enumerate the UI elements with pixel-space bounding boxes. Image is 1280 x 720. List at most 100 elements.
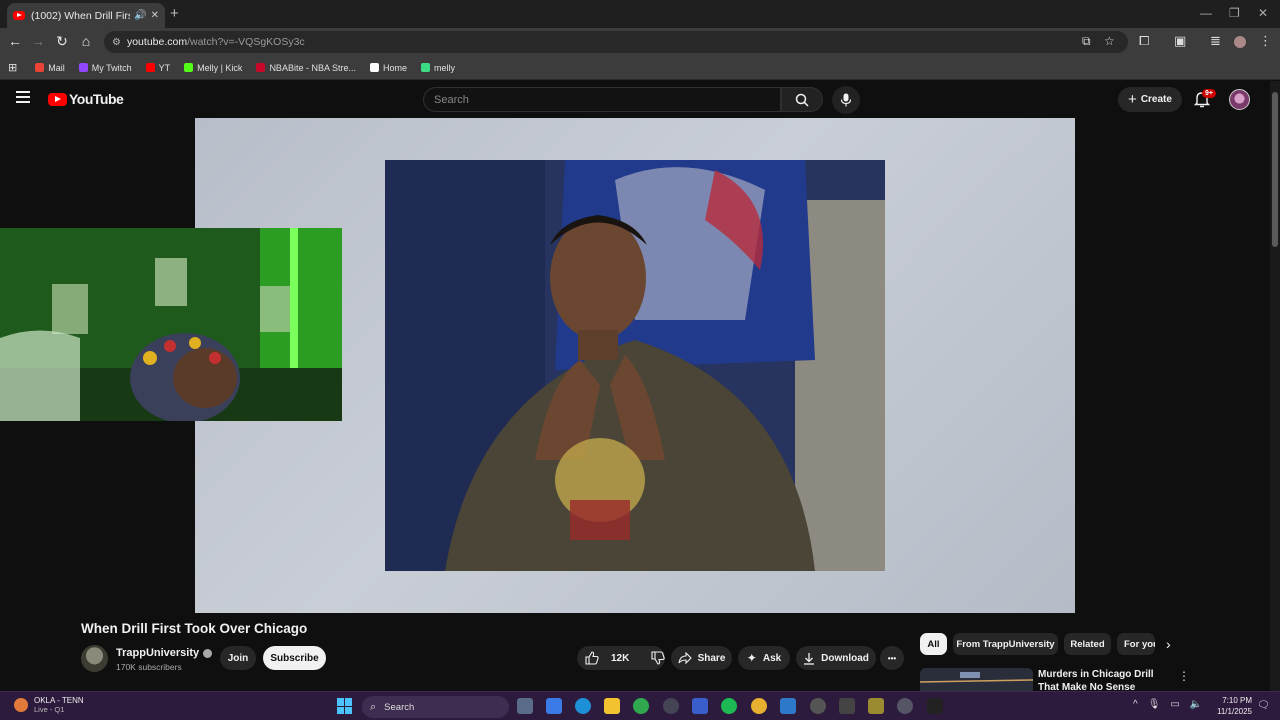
window-close-icon[interactable]: ✕ bbox=[1258, 6, 1268, 20]
tab-close-icon[interactable]: ✕ bbox=[151, 10, 159, 21]
ask-button[interactable]: ✦ Ask bbox=[738, 646, 790, 670]
video-title: When Drill First Took Over Chicago bbox=[81, 621, 308, 636]
webcam-overlay bbox=[0, 228, 342, 421]
create-button[interactable]: + Create bbox=[1118, 87, 1182, 112]
chip-from-channel[interactable]: From TrappUniversity bbox=[953, 633, 1058, 655]
minimize-icon[interactable]: — bbox=[1200, 6, 1212, 20]
tab-audio-icon[interactable]: 🔊 bbox=[134, 10, 146, 21]
plus-icon: + bbox=[1128, 91, 1137, 108]
bookmarks-bar: ⊞ Mail My Twitch YT Melly | Kick NBABite… bbox=[0, 56, 1280, 80]
recommendation-title[interactable]: Murders in Chicago Drill That Make No Se… bbox=[1038, 668, 1163, 691]
download-button[interactable]: Download bbox=[796, 646, 876, 670]
settings-gear-icon[interactable] bbox=[897, 698, 913, 714]
like-dislike-group: 12K bbox=[577, 646, 666, 670]
chip-related[interactable]: Related bbox=[1064, 633, 1111, 655]
sparkle-icon: ✦ bbox=[746, 651, 757, 665]
menu-icon[interactable] bbox=[16, 91, 30, 103]
notifications-icon[interactable]: 🗨 bbox=[1257, 700, 1270, 711]
voice-search-button[interactable] bbox=[832, 86, 860, 114]
home-icon[interactable]: ⌂ bbox=[77, 33, 95, 49]
youtube-icon bbox=[145, 63, 155, 72]
dislike-button[interactable] bbox=[651, 651, 666, 665]
media-player-icon[interactable] bbox=[810, 698, 826, 714]
share-arrow-icon bbox=[678, 652, 692, 664]
browser-tab[interactable]: (1002) When Drill First Took Over Chicag… bbox=[7, 3, 165, 28]
channel-name[interactable]: TrappUniversity bbox=[116, 647, 213, 659]
epic-games-icon[interactable] bbox=[927, 698, 943, 714]
youtube-wordmark: YouTube bbox=[69, 91, 124, 107]
bookmark-melly[interactable]: melly bbox=[420, 63, 455, 73]
join-button[interactable]: Join bbox=[220, 646, 256, 670]
url-host: youtube.com bbox=[126, 36, 188, 48]
volume-icon[interactable]: 🔈 bbox=[1190, 699, 1202, 710]
channel-avatar[interactable] bbox=[81, 645, 108, 672]
thumbs-up-icon bbox=[585, 651, 599, 665]
photos-icon[interactable] bbox=[780, 698, 796, 714]
more-actions-button[interactable]: ••• bbox=[880, 646, 904, 670]
edge-icon[interactable] bbox=[575, 698, 591, 714]
taskbar-clock[interactable]: 7:10 PM 11/1/2025 bbox=[1212, 695, 1252, 717]
chrome-icon[interactable] bbox=[751, 698, 767, 714]
more-vert-icon[interactable]: ⋮ bbox=[1178, 669, 1190, 683]
android-icon bbox=[420, 63, 430, 72]
store-icon[interactable] bbox=[692, 698, 708, 714]
bookmark-kick[interactable]: Melly | Kick bbox=[184, 63, 242, 73]
system-tray: ^ 🎙 ▭ 🔈 bbox=[1133, 699, 1202, 710]
chip-all[interactable]: All bbox=[920, 633, 947, 655]
network-icon[interactable]: ▭ bbox=[1170, 699, 1179, 710]
copilot-icon[interactable] bbox=[546, 698, 562, 714]
bookmark-yt[interactable]: YT bbox=[145, 63, 170, 73]
cast-icon[interactable]: ⧉ bbox=[1082, 34, 1091, 49]
site-info-icon[interactable]: ⚙ bbox=[112, 37, 121, 48]
new-tab-button[interactable]: + bbox=[170, 5, 179, 22]
forward-icon[interactable]: → bbox=[29, 33, 47, 49]
youtube-logo[interactable]: YouTube bbox=[48, 91, 124, 107]
youtube-play-icon bbox=[48, 92, 67, 106]
chevron-right-icon[interactable]: › bbox=[1166, 636, 1171, 652]
taskbar-search[interactable]: ⌕ Search bbox=[362, 696, 509, 718]
media-control-icon[interactable]: ▣ bbox=[1174, 33, 1186, 49]
thumbs-down-icon bbox=[651, 651, 666, 665]
bookmark-twitch[interactable]: My Twitch bbox=[78, 63, 132, 73]
football-icon bbox=[14, 698, 28, 712]
chip-for-you[interactable]: For you bbox=[1117, 633, 1155, 655]
like-button[interactable]: 12K bbox=[585, 651, 629, 665]
bookmark-star-icon[interactable]: ☆ bbox=[1104, 34, 1115, 48]
tray-chevron-up-icon[interactable]: ^ bbox=[1133, 699, 1138, 710]
extensions-icon[interactable]: ⧠ bbox=[1139, 33, 1149, 49]
steam-icon[interactable] bbox=[663, 698, 679, 714]
apps-grid-icon[interactable]: ⊞ bbox=[8, 61, 17, 74]
recommendation-thumbnail[interactable] bbox=[920, 668, 1033, 691]
account-avatar[interactable] bbox=[1229, 89, 1250, 110]
video-frame-photo bbox=[385, 160, 885, 571]
windows-start-icon[interactable] bbox=[337, 698, 353, 714]
reading-list-icon[interactable]: ≣ bbox=[1210, 33, 1221, 49]
youtube-header: YouTube Search + Create 9+ bbox=[0, 81, 1280, 118]
search-button[interactable] bbox=[781, 87, 823, 112]
subscribe-button[interactable]: Subscribe bbox=[263, 646, 326, 670]
app-icon[interactable] bbox=[868, 698, 884, 714]
address-bar[interactable]: ⚙ youtube.com /watch?v=-VQSgKOSy3c ⧉ ☆ bbox=[104, 31, 1128, 53]
task-view-icon[interactable] bbox=[517, 698, 533, 714]
reload-icon[interactable]: ↻ bbox=[53, 33, 71, 50]
scrollbar-thumb[interactable] bbox=[1272, 92, 1278, 247]
obs-icon[interactable] bbox=[839, 698, 855, 714]
download-icon bbox=[804, 652, 815, 665]
bookmark-x-home[interactable]: Home bbox=[369, 63, 407, 73]
bookmark-mail[interactable]: Mail bbox=[35, 63, 65, 73]
search-icon bbox=[795, 93, 809, 107]
xbox-icon[interactable] bbox=[633, 698, 649, 714]
file-explorer-icon[interactable] bbox=[604, 698, 620, 714]
bookmark-nbabite[interactable]: NBABite - NBA Stre... bbox=[256, 63, 356, 73]
share-button[interactable]: Share bbox=[671, 646, 732, 670]
search-input[interactable]: Search bbox=[423, 87, 781, 112]
twitch-icon bbox=[78, 63, 88, 72]
notification-badge: 9+ bbox=[1202, 89, 1216, 98]
restore-icon[interactable]: ❐ bbox=[1229, 6, 1240, 20]
spotify-icon[interactable] bbox=[721, 698, 737, 714]
sports-widget[interactable]: OKLA - TENN Live - Q1 bbox=[14, 696, 84, 714]
back-icon[interactable]: ← bbox=[6, 33, 24, 49]
profile-icon[interactable] bbox=[1234, 36, 1246, 48]
microphone-tray-icon[interactable]: 🎙 bbox=[1148, 699, 1161, 710]
chrome-menu-icon[interactable]: ⋮ bbox=[1259, 33, 1272, 49]
